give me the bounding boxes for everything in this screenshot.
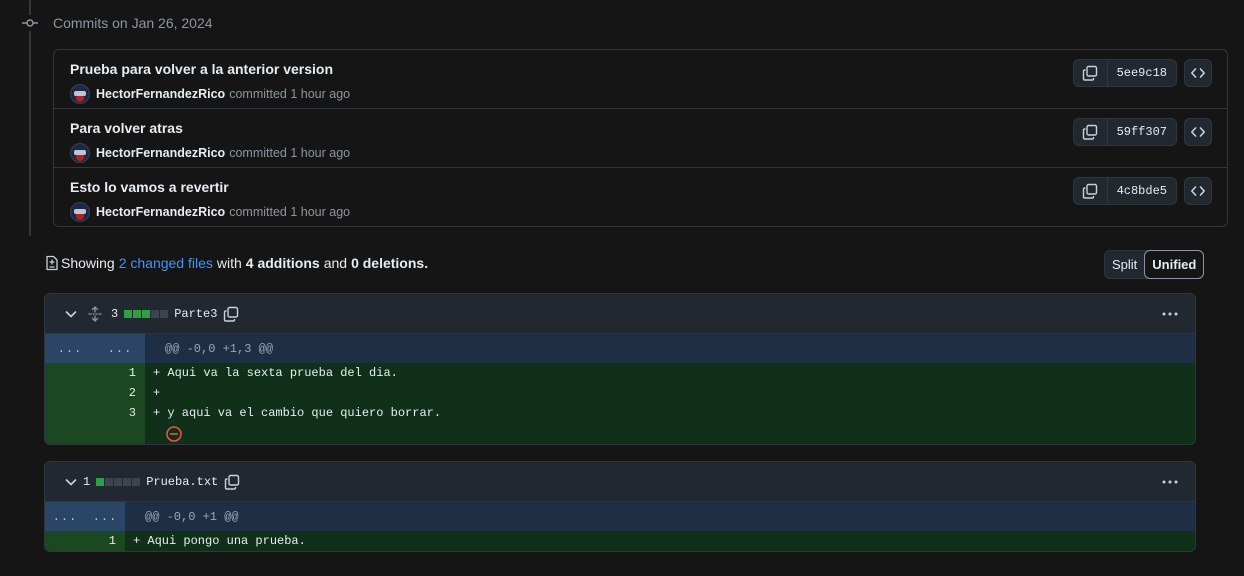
copy-sha-button[interactable] — [1074, 178, 1108, 204]
commit-actions: 59ff307 — [1072, 118, 1212, 146]
commit-title-link[interactable]: Prueba para volver a la anterior version — [70, 61, 333, 77]
commit-sha-button[interactable]: 5ee9c18 — [1108, 60, 1176, 86]
file-diff-icon — [46, 255, 58, 271]
diff-view-toggle: Split Unified — [1104, 250, 1205, 279]
file-change-count: 3 — [111, 306, 119, 321]
diffstat — [96, 477, 141, 486]
commit-action: committed — [229, 205, 287, 219]
avatar[interactable] — [70, 202, 90, 222]
line-code: + y aqui va el cambio que quiero borrar. — [145, 403, 1195, 423]
browse-code-button[interactable] — [1184, 59, 1212, 87]
diff-line: 1 + Aqui va la sexta prueba del dia. — [45, 363, 1195, 383]
timeline-line — [29, 0, 31, 236]
file-name-link[interactable]: Parte3 — [174, 307, 217, 321]
diff-line: 3 + y aqui va el cambio que quiero borra… — [45, 403, 1195, 423]
deletions-count: 0 deletions — [351, 255, 425, 271]
hunk-header: ... ... @@ -0,0 +1 @@ — [45, 502, 1195, 531]
summary-and: and — [323, 255, 348, 271]
no-newline-icon — [166, 425, 182, 442]
commit-sha-button[interactable]: 59ff307 — [1108, 119, 1176, 145]
hunk-right-ellipsis[interactable]: ... — [85, 510, 125, 524]
file-header: 1 Prueba.txt — [45, 462, 1195, 502]
file-diff: 1 Prueba.txt ... ... @@ -0,0 +1 @@ 1 + A… — [44, 461, 1196, 552]
avatar[interactable] — [70, 143, 90, 163]
hunk-expand[interactable]: ... ... — [45, 502, 125, 531]
additions-count: 4 additions — [245, 255, 320, 271]
commit-row: Para volver atras HectorFernandezRico co… — [54, 109, 1227, 168]
diff-summary: Showing 2 changed files with 4 additions… — [44, 255, 428, 271]
commit-action: committed — [229, 87, 287, 101]
line-code: + Aqui pongo una prueba. — [125, 531, 1195, 551]
commit-sha-button[interactable]: 4c8bde5 — [1108, 178, 1176, 204]
copy-icon[interactable] — [224, 474, 240, 490]
line-number[interactable]: 1 — [45, 363, 145, 383]
code-icon — [1191, 186, 1205, 196]
author-link[interactable]: HectorFernandezRico — [96, 205, 225, 219]
hunk-expand[interactable]: ... ... — [45, 334, 145, 363]
commit-actions: 5ee9c18 — [1072, 59, 1212, 87]
expand-all-icon[interactable] — [87, 305, 103, 322]
copy-sha-button[interactable] — [1074, 119, 1108, 145]
summary-showing: Showing — [61, 255, 115, 271]
sha-button-group: 59ff307 — [1072, 118, 1177, 146]
commit-title-link[interactable]: Esto lo vamos a revertir — [70, 179, 229, 195]
commit-title-link[interactable]: Para volver atras — [70, 120, 183, 136]
commit-time: 1 hour ago — [290, 87, 351, 101]
browse-code-button[interactable] — [1184, 177, 1212, 205]
hunk-header: ... ... @@ -0,0 +1,3 @@ — [45, 334, 1195, 363]
commit-meta: HectorFernandezRico committed 1 hour ago — [70, 84, 350, 104]
hunk-header-text: @@ -0,0 +1,3 @@ — [165, 341, 274, 356]
hunk-header-text: @@ -0,0 +1 @@ — [145, 509, 239, 524]
commit-actions: 4c8bde5 — [1072, 177, 1212, 205]
diff-line: 1 + Aqui pongo una prueba. — [45, 531, 1195, 551]
line-code: + Aqui va la sexta prueba del dia. — [145, 363, 1195, 383]
summary-period: . — [424, 255, 429, 271]
file-header: 3 Parte3 — [45, 294, 1195, 334]
commit-time: 1 hour ago — [290, 205, 351, 219]
avatar[interactable] — [70, 84, 90, 104]
line-number[interactable]: 2 — [45, 383, 145, 403]
kebab-menu-icon[interactable] — [1161, 306, 1179, 322]
commit-meta: HectorFernandezRico committed 1 hour ago — [70, 202, 350, 222]
copy-icon[interactable] — [223, 306, 239, 322]
hunk-left-ellipsis[interactable]: ... — [45, 342, 95, 356]
commit-meta: HectorFernandezRico committed 1 hour ago — [70, 143, 350, 163]
line-code: + — [145, 383, 1195, 403]
code-icon — [1191, 68, 1205, 78]
copy-icon — [1082, 124, 1098, 140]
author-link[interactable]: HectorFernandezRico — [96, 87, 225, 101]
file-name-link[interactable]: Prueba.txt — [146, 475, 218, 489]
file-diff: 3 Parte3 ... ... @@ -0,0 +1,3 @@ 1 + Aqu… — [44, 293, 1196, 445]
copy-icon — [1082, 65, 1098, 81]
diff-line: 2 + — [45, 383, 1195, 403]
copy-icon — [1082, 183, 1098, 199]
unified-view-button[interactable]: Unified — [1144, 250, 1205, 279]
commit-list: Prueba para volver a la anterior version… — [53, 49, 1228, 227]
sha-button-group: 5ee9c18 — [1072, 59, 1177, 87]
hunk-left-ellipsis[interactable]: ... — [45, 510, 85, 524]
split-view-button[interactable]: Split — [1105, 251, 1144, 278]
chevron-down-icon[interactable] — [63, 474, 79, 490]
file-change-count: 1 — [83, 474, 91, 489]
diffstat — [124, 309, 169, 318]
diff-eof-row — [45, 423, 1195, 444]
changed-files-link[interactable]: 2 changed files — [119, 255, 213, 271]
sha-button-group: 4c8bde5 — [1072, 177, 1177, 205]
author-link[interactable]: HectorFernandezRico — [96, 146, 225, 160]
hunk-right-ellipsis[interactable]: ... — [95, 342, 145, 356]
commits-date-heading: Commits on Jan 26, 2024 — [53, 15, 213, 31]
summary-with: with — [216, 255, 242, 271]
commit-row: Prueba para volver a la anterior version… — [54, 50, 1227, 109]
commit-action: committed — [229, 146, 287, 160]
copy-sha-button[interactable] — [1074, 60, 1108, 86]
browse-code-button[interactable] — [1184, 118, 1212, 146]
line-number[interactable]: 1 — [45, 531, 125, 551]
git-commit-icon — [22, 15, 38, 31]
code-icon — [1191, 127, 1205, 137]
commit-row: Esto lo vamos a revertir HectorFernandez… — [54, 168, 1227, 226]
kebab-menu-icon[interactable] — [1161, 474, 1179, 490]
chevron-down-icon[interactable] — [63, 306, 79, 322]
commit-time: 1 hour ago — [290, 146, 351, 160]
line-number[interactable]: 3 — [45, 403, 145, 423]
